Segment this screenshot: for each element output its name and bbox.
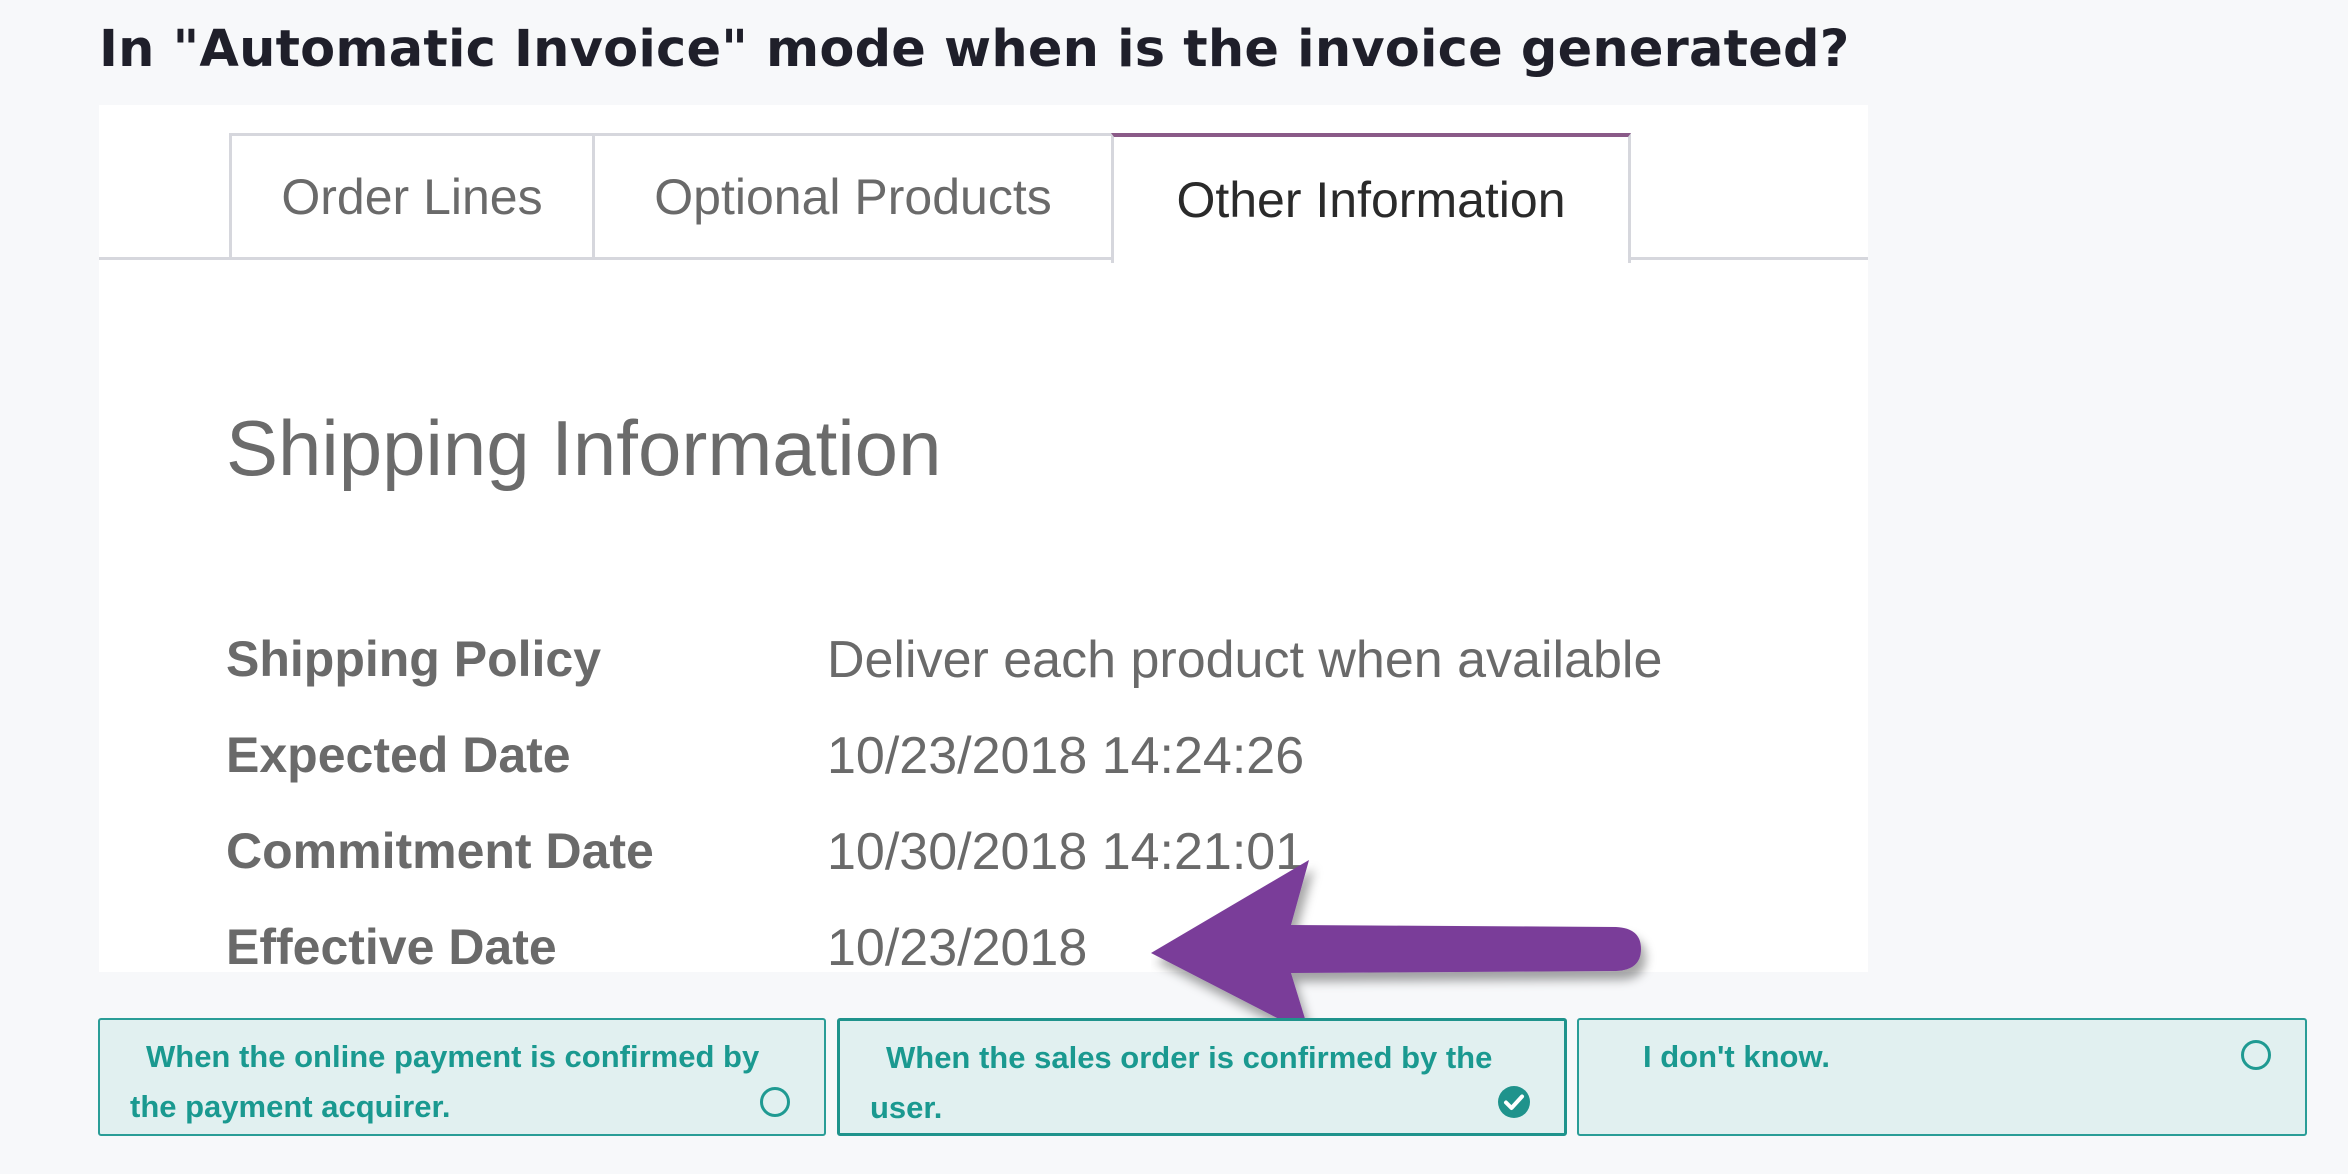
tab-other-information: Other Information bbox=[1111, 133, 1631, 263]
tab-order-lines: Order Lines bbox=[229, 133, 595, 257]
purple-arrow-icon bbox=[1151, 860, 1641, 1035]
effective-date-value: 10/23/2018 bbox=[827, 919, 1088, 977]
tab-optional-products: Optional Products bbox=[592, 133, 1114, 257]
question-title: In "Automatic Invoice" mode when is the … bbox=[99, 20, 1850, 79]
shipping-policy-value: Deliver each product when available bbox=[827, 631, 1663, 689]
shipping-information-heading: Shipping Information bbox=[226, 404, 942, 492]
shipping-policy-label: Shipping Policy bbox=[226, 631, 602, 687]
answer-option-label: I don't know. bbox=[1643, 1039, 1831, 1074]
radio-unchecked-icon bbox=[760, 1087, 790, 1117]
answer-option-label: When the sales order is confirmed by the… bbox=[870, 1040, 1493, 1125]
commitment-date-label: Commitment Date bbox=[226, 823, 654, 879]
answer-option-sales-order-confirmed[interactable]: When the sales order is confirmed by the… bbox=[837, 1018, 1567, 1136]
answer-option-dont-know[interactable]: I don't know. bbox=[1577, 1018, 2307, 1136]
effective-date-label: Effective Date bbox=[226, 919, 557, 975]
check-circle-icon bbox=[1498, 1086, 1530, 1118]
answer-option-online-payment[interactable]: When the online payment is confirmed by … bbox=[98, 1018, 826, 1136]
arrow-shape bbox=[1151, 860, 1641, 1035]
question-screenshot: Order Lines Optional Products Other Info… bbox=[99, 105, 1868, 1035]
radio-unchecked-icon bbox=[2241, 1040, 2271, 1070]
answer-option-label: When the online payment is confirmed by … bbox=[130, 1039, 760, 1124]
expected-date-label: Expected Date bbox=[226, 727, 571, 783]
